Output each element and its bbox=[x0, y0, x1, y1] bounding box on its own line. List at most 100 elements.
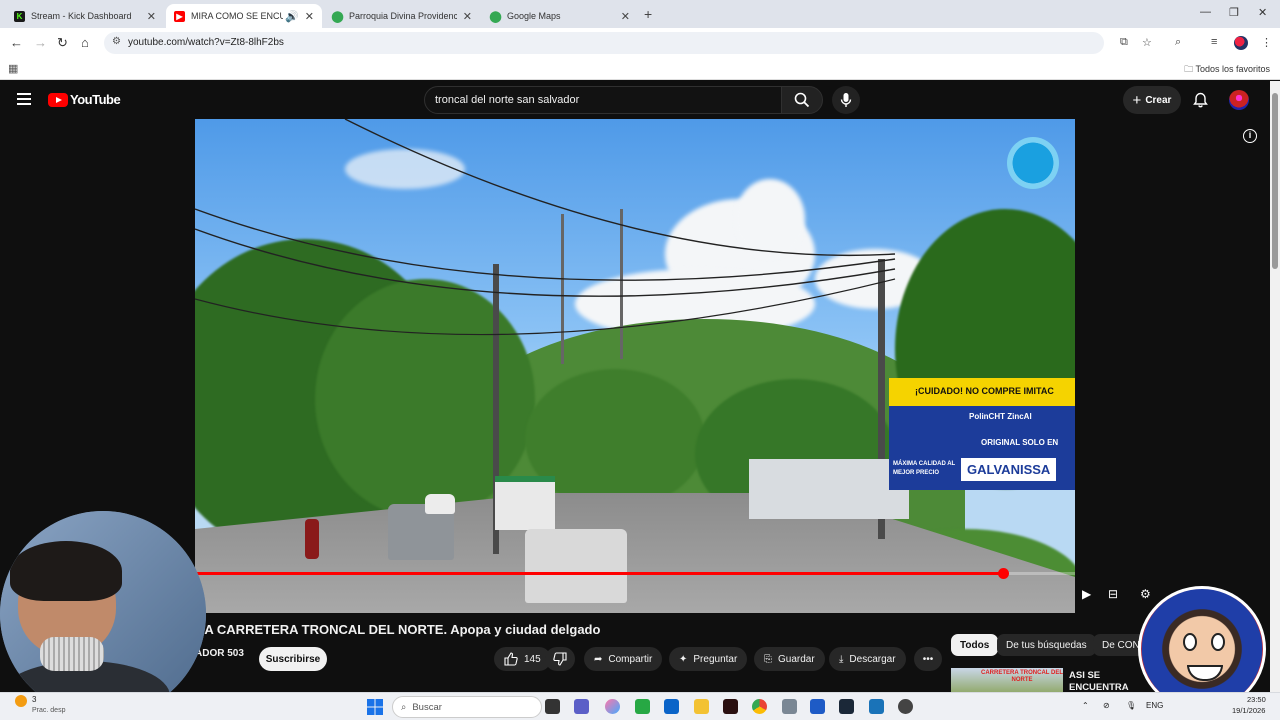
browser-profile-avatar[interactable] bbox=[1234, 36, 1248, 50]
tab-kick-dashboard[interactable]: K Stream - Kick Dashboard ✕ bbox=[6, 4, 164, 28]
tab-search-icon[interactable]: ⌕ bbox=[1175, 36, 1181, 49]
teams-icon[interactable] bbox=[574, 699, 589, 714]
info-icon[interactable]: i bbox=[1243, 129, 1257, 143]
search-input[interactable] bbox=[435, 94, 765, 106]
download-label: Descargar bbox=[849, 653, 896, 665]
word-icon[interactable] bbox=[810, 699, 825, 714]
taskbar-search[interactable]: ⌕ Buscar bbox=[392, 696, 542, 718]
home-icon[interactable]: ⌂ bbox=[81, 35, 89, 50]
weather-icon[interactable] bbox=[15, 695, 27, 707]
tray-chevron-icon[interactable]: ⌃ bbox=[1082, 701, 1089, 710]
app-icon[interactable] bbox=[723, 699, 738, 714]
address-bar[interactable]: ⚙ youtube.com/watch?v=Zt8-8lhF2bs bbox=[104, 32, 1104, 54]
tab-youtube-video[interactable]: ▶ MIRA COMO SE ENCUENTRA 🔊 ✕ bbox=[166, 4, 322, 28]
video-progress-bar[interactable] bbox=[195, 568, 1075, 579]
language-indicator[interactable]: ENG bbox=[1146, 701, 1163, 710]
file-explorer-icon[interactable] bbox=[694, 699, 709, 714]
video-billboard: ¡CUIDADO! NO COMPRE IMITAC PolinCHT Zinc… bbox=[889, 378, 1075, 490]
steam-icon[interactable] bbox=[839, 699, 854, 714]
avatar-eye bbox=[1183, 633, 1197, 651]
obs-icon[interactable] bbox=[898, 699, 913, 714]
more-actions-button[interactable]: ••• bbox=[914, 647, 942, 671]
create-button[interactable]: + Crear bbox=[1123, 86, 1181, 114]
tab-google-maps[interactable]: ⬤ Google Maps ✕ bbox=[482, 4, 638, 28]
youtube-logo-text: YouTube bbox=[70, 92, 121, 107]
scrollbar-thumb[interactable] bbox=[1272, 93, 1278, 269]
ask-button[interactable]: ✦ Preguntar bbox=[669, 647, 748, 671]
search-icon bbox=[794, 92, 810, 108]
close-icon[interactable]: ✕ bbox=[621, 10, 630, 23]
webcam-microphone bbox=[40, 637, 104, 671]
hamburger-menu-icon[interactable] bbox=[17, 93, 31, 105]
download-button[interactable]: ⤓ Descargar bbox=[829, 647, 906, 671]
chrome-icon[interactable] bbox=[752, 699, 767, 714]
menu-kebab-icon[interactable]: ⋮ bbox=[1261, 36, 1272, 49]
copilot-icon[interactable] bbox=[605, 699, 620, 714]
billboard-brand: PolinCHT ZincAl bbox=[969, 412, 1032, 421]
camera-icon[interactable] bbox=[782, 699, 797, 714]
new-tab-button[interactable]: + bbox=[644, 6, 652, 22]
avatar-eye bbox=[1211, 633, 1225, 651]
youtube-logo[interactable]: YouTube bbox=[48, 92, 121, 107]
forward-icon[interactable]: → bbox=[34, 35, 47, 50]
search-button[interactable] bbox=[781, 86, 823, 114]
subscribe-button[interactable]: Suscribirse bbox=[259, 647, 327, 671]
all-bookmarks-link[interactable]: 🗀 Todos los favoritos bbox=[1184, 62, 1270, 78]
apps-grid-icon[interactable]: ▦ bbox=[8, 62, 18, 75]
video-car bbox=[525, 529, 627, 603]
video-car bbox=[425, 494, 455, 514]
billboard-tagline: MÁXIMA CALIDAD AL MEJOR PRECIO bbox=[893, 461, 956, 476]
voice-search-button[interactable] bbox=[832, 86, 860, 114]
minimize-icon[interactable]: — bbox=[1200, 6, 1211, 18]
thumbs-down-icon bbox=[553, 652, 567, 666]
billboard-brand-main: GALVANISSA bbox=[961, 458, 1057, 481]
settings-gear-icon[interactable]: ⚙ bbox=[1140, 587, 1151, 601]
windows-start-icon[interactable] bbox=[367, 699, 383, 715]
chip-from-searches[interactable]: De tus búsquedas bbox=[997, 634, 1096, 656]
clock-date[interactable]: 19/1/2026 bbox=[1232, 706, 1265, 715]
site-info-icon[interactable]: ⚙ bbox=[112, 36, 121, 47]
chip-all[interactable]: Todos bbox=[951, 634, 999, 656]
back-icon[interactable]: ← bbox=[10, 35, 23, 50]
install-app-icon[interactable]: ⧉ bbox=[1120, 36, 1128, 49]
maps-pin-icon: ⬤ bbox=[489, 10, 502, 23]
close-icon[interactable]: ✕ bbox=[463, 10, 472, 23]
reload-icon[interactable]: ↻ bbox=[57, 35, 68, 51]
close-icon[interactable]: ✕ bbox=[147, 10, 156, 23]
notifications-bell-icon[interactable] bbox=[1193, 92, 1208, 108]
task-view-icon[interactable] bbox=[545, 699, 560, 714]
close-window-icon[interactable]: ✕ bbox=[1258, 6, 1267, 19]
save-button[interactable]: ⎘ Guardar bbox=[754, 647, 825, 671]
close-icon[interactable]: ✕ bbox=[305, 10, 314, 23]
url-text: youtube.com/watch?v=Zt8-8lhF2bs bbox=[128, 37, 284, 48]
media-control-icon[interactable]: ≡ bbox=[1211, 36, 1217, 48]
store-icon[interactable] bbox=[869, 699, 884, 714]
maps-pin-icon: ⬤ bbox=[331, 10, 344, 23]
bookmark-star-icon[interactable]: ☆ bbox=[1142, 36, 1152, 49]
dislike-button[interactable] bbox=[545, 647, 575, 671]
sparkle-icon: ✦ bbox=[679, 653, 688, 665]
mic-tray-icon[interactable]: 🎙 bbox=[1126, 701, 1136, 710]
youtube-favicon-icon: ▶ bbox=[174, 10, 185, 22]
tab-label: Stream - Kick Dashboard bbox=[31, 11, 132, 21]
like-button[interactable]: 145 bbox=[494, 647, 551, 671]
share-button[interactable]: ➦ Compartir bbox=[584, 647, 663, 671]
tab-parroquia[interactable]: ⬤ Parroquia Divina Providencia - ... ✕ bbox=[324, 4, 480, 28]
restore-icon[interactable]: ❐ bbox=[1229, 6, 1239, 19]
bookmarks-bar: ▦ 🗀 Todos los favoritos bbox=[0, 58, 1280, 80]
video-progress-fill bbox=[195, 572, 1003, 575]
outlook-icon[interactable] bbox=[664, 699, 679, 714]
browser-tab-strip: K Stream - Kick Dashboard ✕ ▶ MIRA COMO … bbox=[0, 0, 1280, 28]
camtasia-icon[interactable] bbox=[635, 699, 650, 714]
plus-icon: + bbox=[1132, 91, 1142, 109]
video-scrubber-handle[interactable] bbox=[997, 568, 1009, 579]
subtitles-icon[interactable]: ⊟ bbox=[1108, 587, 1118, 601]
page-scrollbar[interactable] bbox=[1270, 81, 1280, 692]
channel-watermark-logo bbox=[1007, 137, 1059, 189]
autoplay-toggle-icon[interactable]: ▶ bbox=[1082, 587, 1091, 601]
account-avatar[interactable] bbox=[1229, 90, 1249, 110]
video-player[interactable]: ¡CUIDADO! NO COMPRE IMITAC PolinCHT Zinc… bbox=[195, 119, 1075, 613]
speaker-icon[interactable]: 🔊 bbox=[285, 10, 299, 23]
clock-time[interactable]: 23:50 bbox=[1247, 695, 1266, 704]
network-icon[interactable]: ⊘ bbox=[1103, 701, 1110, 710]
